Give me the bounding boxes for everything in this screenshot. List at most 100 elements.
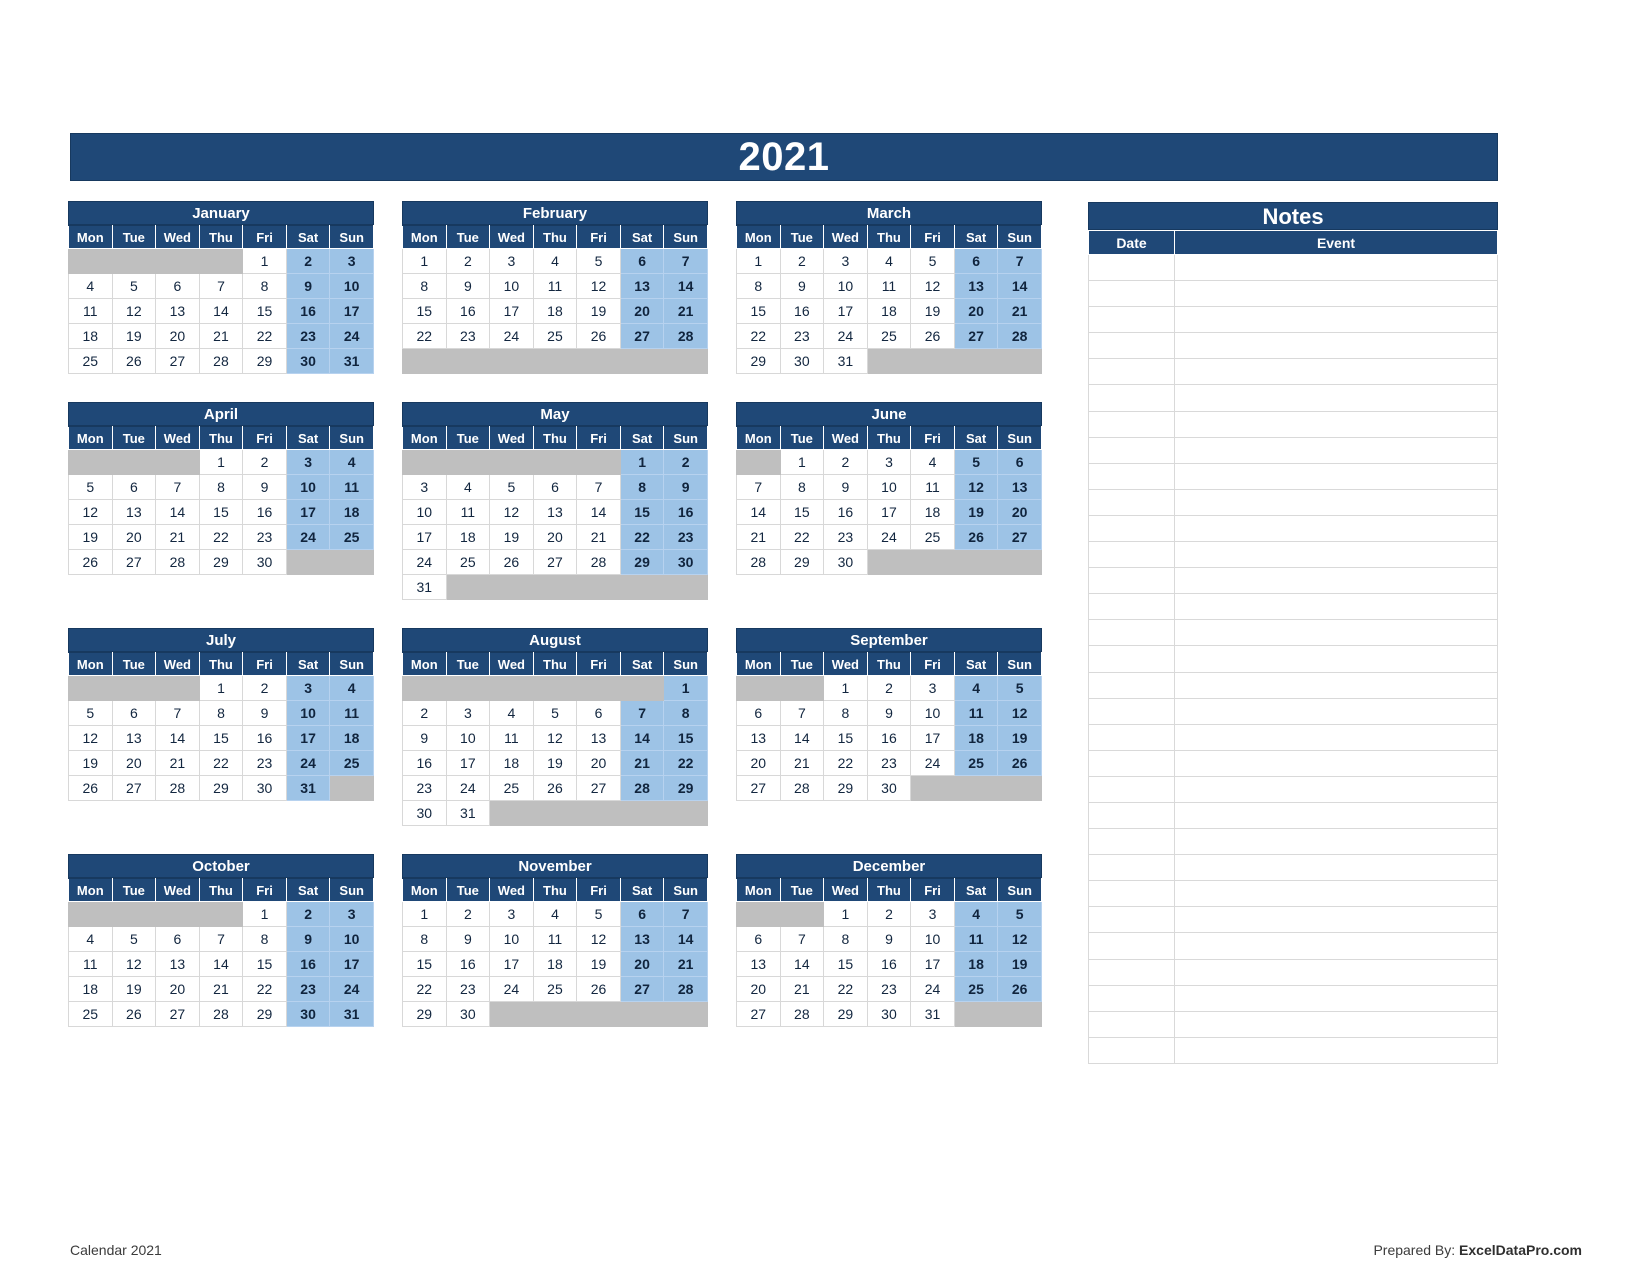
day-cell[interactable]: 31 bbox=[823, 348, 868, 374]
day-cell[interactable]: 9 bbox=[402, 725, 447, 751]
day-cell[interactable]: 26 bbox=[532, 775, 578, 801]
day-cell[interactable]: 21 bbox=[997, 298, 1042, 324]
day-cell[interactable]: 30 bbox=[242, 549, 287, 575]
day-cell[interactable]: 22 bbox=[823, 976, 868, 1002]
day-cell[interactable]: 30 bbox=[242, 775, 287, 801]
day-cell[interactable]: 14 bbox=[779, 951, 825, 977]
day-cell[interactable]: 31 bbox=[329, 348, 374, 374]
day-cell[interactable]: 30 bbox=[285, 1001, 331, 1027]
day-cell[interactable]: 10 bbox=[329, 926, 374, 952]
day-cell[interactable]: 10 bbox=[823, 273, 868, 299]
day-cell[interactable]: 10 bbox=[445, 725, 491, 751]
day-cell[interactable]: 2 bbox=[779, 248, 825, 274]
day-cell[interactable]: 28 bbox=[779, 775, 825, 801]
day-cell[interactable]: 3 bbox=[910, 901, 955, 927]
day-cell[interactable]: 29 bbox=[242, 348, 287, 374]
day-cell[interactable]: 14 bbox=[663, 926, 708, 952]
day-cell[interactable]: 2 bbox=[866, 675, 912, 701]
day-cell[interactable]: 24 bbox=[823, 323, 868, 349]
day-cell[interactable]: 6 bbox=[619, 248, 665, 274]
day-cell[interactable]: 12 bbox=[532, 725, 578, 751]
day-cell[interactable]: 4 bbox=[532, 248, 578, 274]
day-cell[interactable]: 23 bbox=[402, 775, 447, 801]
day-cell[interactable]: 22 bbox=[823, 750, 868, 776]
day-cell[interactable]: 25 bbox=[866, 323, 912, 349]
day-cell[interactable]: 12 bbox=[111, 298, 157, 324]
day-cell[interactable]: 19 bbox=[953, 499, 999, 525]
day-cell[interactable]: 14 bbox=[155, 499, 200, 525]
day-cell[interactable]: 17 bbox=[329, 298, 374, 324]
day-cell[interactable]: 31 bbox=[329, 1001, 374, 1027]
day-cell[interactable]: 29 bbox=[779, 549, 825, 575]
day-cell[interactable]: 5 bbox=[997, 901, 1042, 927]
day-cell[interactable]: 3 bbox=[489, 901, 534, 927]
day-cell[interactable]: 11 bbox=[866, 273, 912, 299]
notes-event-cell[interactable] bbox=[1174, 593, 1498, 621]
day-cell[interactable]: 30 bbox=[866, 775, 912, 801]
notes-event-cell[interactable] bbox=[1174, 697, 1498, 725]
notes-date-cell[interactable] bbox=[1088, 541, 1175, 569]
day-cell[interactable]: 9 bbox=[779, 273, 825, 299]
day-cell[interactable]: 11 bbox=[445, 499, 491, 525]
day-cell[interactable]: 19 bbox=[997, 951, 1042, 977]
day-cell[interactable]: 15 bbox=[402, 298, 447, 324]
notes-date-cell[interactable] bbox=[1088, 854, 1175, 882]
notes-date-cell[interactable] bbox=[1088, 567, 1175, 595]
day-cell[interactable]: 8 bbox=[619, 474, 665, 500]
day-cell[interactable]: 21 bbox=[779, 976, 825, 1002]
day-cell[interactable]: 24 bbox=[910, 750, 955, 776]
day-cell[interactable]: 29 bbox=[619, 549, 665, 575]
day-cell[interactable]: 19 bbox=[489, 524, 534, 550]
notes-event-cell[interactable] bbox=[1174, 253, 1498, 282]
day-cell[interactable]: 27 bbox=[736, 775, 781, 801]
day-cell[interactable]: 21 bbox=[198, 976, 244, 1002]
day-cell[interactable]: 18 bbox=[445, 524, 491, 550]
notes-event-cell[interactable] bbox=[1174, 567, 1498, 595]
day-cell[interactable]: 13 bbox=[736, 951, 781, 977]
day-cell[interactable]: 28 bbox=[576, 549, 621, 575]
day-cell[interactable]: 6 bbox=[736, 926, 781, 952]
notes-event-cell[interactable] bbox=[1174, 645, 1498, 673]
day-cell[interactable]: 9 bbox=[285, 926, 331, 952]
day-cell[interactable]: 16 bbox=[242, 725, 287, 751]
day-cell[interactable]: 7 bbox=[619, 700, 665, 726]
day-cell[interactable]: 15 bbox=[823, 951, 868, 977]
day-cell[interactable]: 13 bbox=[155, 951, 200, 977]
day-cell[interactable]: 18 bbox=[866, 298, 912, 324]
day-cell[interactable]: 19 bbox=[532, 750, 578, 776]
day-cell[interactable]: 24 bbox=[489, 976, 534, 1002]
day-cell[interactable]: 7 bbox=[576, 474, 621, 500]
day-cell[interactable]: 7 bbox=[779, 700, 825, 726]
day-cell[interactable]: 4 bbox=[953, 901, 999, 927]
notes-date-cell[interactable] bbox=[1088, 410, 1175, 438]
day-cell[interactable]: 12 bbox=[953, 474, 999, 500]
day-cell[interactable]: 4 bbox=[866, 248, 912, 274]
day-cell[interactable]: 18 bbox=[489, 750, 534, 776]
day-cell[interactable]: 14 bbox=[997, 273, 1042, 299]
day-cell[interactable]: 17 bbox=[329, 951, 374, 977]
day-cell[interactable]: 13 bbox=[532, 499, 578, 525]
day-cell[interactable]: 29 bbox=[663, 775, 708, 801]
day-cell[interactable]: 14 bbox=[576, 499, 621, 525]
day-cell[interactable]: 20 bbox=[155, 323, 200, 349]
notes-date-cell[interactable] bbox=[1088, 306, 1175, 334]
notes-event-cell[interactable] bbox=[1174, 332, 1498, 360]
day-cell[interactable]: 16 bbox=[663, 499, 708, 525]
notes-date-cell[interactable] bbox=[1088, 880, 1175, 908]
day-cell[interactable]: 1 bbox=[402, 901, 447, 927]
day-cell[interactable]: 17 bbox=[910, 725, 955, 751]
day-cell[interactable]: 17 bbox=[489, 951, 534, 977]
day-cell[interactable]: 27 bbox=[619, 323, 665, 349]
day-cell[interactable]: 8 bbox=[242, 926, 287, 952]
day-cell[interactable]: 23 bbox=[242, 524, 287, 550]
day-cell[interactable]: 25 bbox=[445, 549, 491, 575]
day-cell[interactable]: 4 bbox=[68, 273, 113, 299]
day-cell[interactable]: 24 bbox=[445, 775, 491, 801]
day-cell[interactable]: 28 bbox=[155, 549, 200, 575]
day-cell[interactable]: 9 bbox=[866, 700, 912, 726]
day-cell[interactable]: 22 bbox=[402, 323, 447, 349]
day-cell[interactable]: 10 bbox=[489, 273, 534, 299]
day-cell[interactable]: 12 bbox=[489, 499, 534, 525]
day-cell[interactable]: 2 bbox=[242, 675, 287, 701]
day-cell[interactable]: 3 bbox=[285, 675, 331, 701]
